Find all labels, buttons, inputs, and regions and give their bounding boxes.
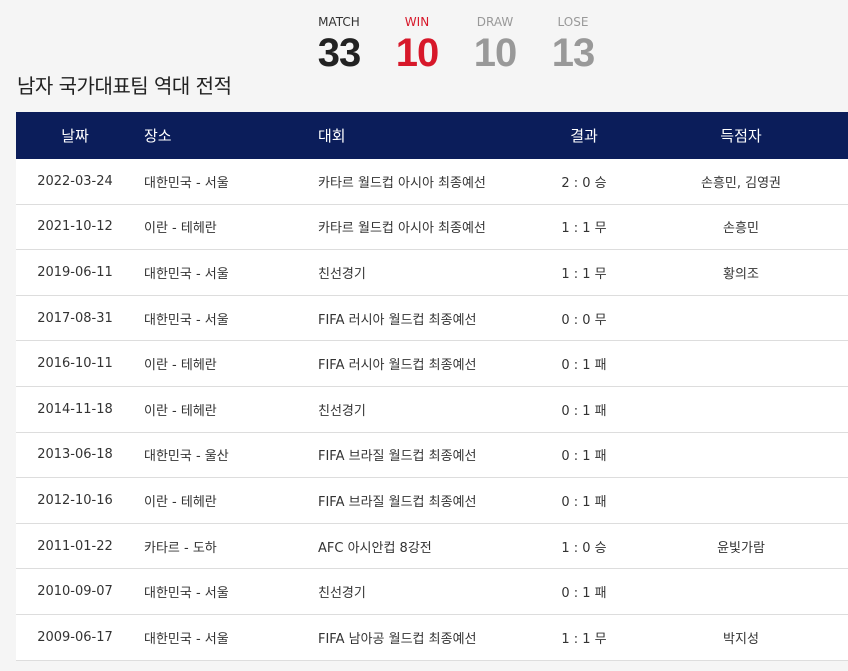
cell-date: 2012-10-16 <box>37 492 113 508</box>
stat-match-label: MATCH <box>318 15 360 29</box>
table-row: 2021-10-12 이란 - 테헤란 카타르 월드컵 아시아 최종예선 1 : 1 … <box>16 204 848 251</box>
cell-result: 0 : 0 무 <box>561 312 607 328</box>
cell-date: 2016-10-11 <box>37 356 113 372</box>
cell-competition: 카타르 월드컵 아시아 최종예선 <box>318 175 486 191</box>
header-scorers: 득점자 <box>720 127 762 145</box>
stat-draw-value: 10 <box>473 31 518 75</box>
cell-result: 1 : 1 무 <box>561 266 607 282</box>
match-history-table: 날짜 장소 대회 결과 득점자 2022-03-24 대한민국 - 서울 카타르 월… <box>16 112 848 661</box>
stat-win-value: 10 <box>395 31 440 75</box>
cell-scorers: 박지성 <box>723 631 759 647</box>
table-row: 2014-11-18 이란 - 테헤란 친선경기 0 : 1 패 <box>16 386 848 433</box>
cell-venue: 대한민국 - 서울 <box>144 586 229 602</box>
cell-result: 0 : 1 패 <box>561 586 607 602</box>
table-row: 2013-06-18 대한민국 - 울산 FIFA 브라질 월드컵 최종예선 0 : … <box>16 432 848 479</box>
stat-lose: LOSE 13 <box>534 14 612 76</box>
cell-scorers: 손흥민 <box>723 221 759 237</box>
cell-competition: FIFA 남아공 월드컵 최종예선 <box>318 631 477 647</box>
header-venue: 장소 <box>144 127 172 145</box>
header-result: 결과 <box>570 127 598 145</box>
cell-date: 2013-06-18 <box>37 447 113 463</box>
cell-date: 2014-11-18 <box>37 401 113 417</box>
cell-result: 1 : 1 무 <box>561 221 607 237</box>
cell-date: 2010-09-07 <box>37 584 113 600</box>
cell-venue: 대한민국 - 서울 <box>144 266 229 282</box>
cell-venue: 이란 - 테헤란 <box>144 221 217 237</box>
stat-lose-value: 13 <box>551 31 596 75</box>
stat-win: WIN 10 <box>378 14 456 76</box>
cell-result: 1 : 0 승 <box>561 540 607 556</box>
stat-match-value: 33 <box>317 31 362 75</box>
cell-date: 2022-03-24 <box>37 173 113 189</box>
cell-result: 0 : 1 패 <box>561 403 607 419</box>
cell-date: 2021-10-12 <box>37 219 113 235</box>
table-row: 2009-06-17 대한민국 - 서울 FIFA 남아공 월드컵 최종예선 1 : … <box>16 614 848 661</box>
header-date: 날짜 <box>61 127 89 145</box>
cell-venue: 대한민국 - 서울 <box>144 631 229 647</box>
cell-result: 0 : 1 패 <box>561 494 607 510</box>
header-competition: 대회 <box>318 127 346 145</box>
cell-competition: FIFA 브라질 월드컵 최종예선 <box>318 494 477 510</box>
cell-competition: 친선경기 <box>318 586 366 602</box>
cell-venue: 이란 - 테헤란 <box>144 494 217 510</box>
cell-venue: 카타르 - 도하 <box>144 540 217 556</box>
cell-competition: FIFA 러시아 월드컵 최종예선 <box>318 358 477 374</box>
page-title: 남자 국가대표팀 역대 전적 <box>17 74 232 98</box>
cell-result: 0 : 1 패 <box>561 358 607 374</box>
table-row: 2010-09-07 대한민국 - 서울 친선경기 0 : 1 패 <box>16 569 848 615</box>
cell-result: 2 : 0 승 <box>561 175 607 191</box>
stat-match: MATCH 33 <box>300 14 378 76</box>
table-row: 2022-03-24 대한민국 - 서울 카타르 월드컵 아시아 최종예선 2 : 0… <box>16 159 848 205</box>
cell-competition: 친선경기 <box>318 403 366 419</box>
cell-scorers: 황의조 <box>723 266 759 282</box>
table-row: 2019-06-11 대한민국 - 서울 친선경기 1 : 1 무 황의조 <box>16 250 848 296</box>
cell-result: 1 : 1 무 <box>561 631 607 647</box>
cell-competition: 친선경기 <box>318 266 366 282</box>
table-row: 2016-10-11 이란 - 테헤란 FIFA 러시아 월드컵 최종예선 0 : 1… <box>16 341 848 387</box>
cell-venue: 대한민국 - 울산 <box>144 449 229 465</box>
cell-scorers: 윤빛가람 <box>717 540 765 556</box>
cell-date: 2009-06-17 <box>37 629 113 645</box>
table-row: 2017-08-31 대한민국 - 서울 FIFA 러시아 월드컵 최종예선 0 : … <box>16 295 848 342</box>
stat-draw-label: DRAW <box>476 15 514 29</box>
cell-venue: 대한민국 - 서울 <box>144 175 229 191</box>
cell-venue: 이란 - 테헤란 <box>144 403 217 419</box>
stat-draw: DRAW 10 <box>456 14 534 76</box>
cell-competition: FIFA 브라질 월드컵 최종예선 <box>318 449 477 465</box>
stat-win-label: WIN <box>404 15 430 29</box>
cell-date: 2011-01-22 <box>37 538 113 554</box>
cell-competition: AFC 아시안컵 8강전 <box>318 540 432 556</box>
cell-venue: 이란 - 테헤란 <box>144 358 217 374</box>
table-body: 2022-03-24 대한민국 - 서울 카타르 월드컵 아시아 최종예선 2 : 0… <box>16 159 848 661</box>
table-header: 날짜 장소 대회 결과 득점자 <box>16 112 848 159</box>
record-summary: MATCH 33 WIN 10 DRAW 10 LOSE 13 <box>300 14 612 76</box>
cell-scorers: 손흥민, 김영권 <box>700 175 782 191</box>
cell-date: 2017-08-31 <box>37 310 113 326</box>
cell-date: 2019-06-11 <box>37 264 113 280</box>
cell-competition: FIFA 러시아 월드컵 최종예선 <box>318 312 477 328</box>
cell-result: 0 : 1 패 <box>561 449 607 465</box>
cell-competition: 카타르 월드컵 아시아 최종예선 <box>318 221 486 237</box>
cell-venue: 대한민국 - 서울 <box>144 312 229 328</box>
stat-lose-label: LOSE <box>557 15 589 29</box>
table-row: 2012-10-16 이란 - 테헤란 FIFA 브라질 월드컵 최종예선 0 : 1… <box>16 478 848 524</box>
table-row: 2011-01-22 카타르 - 도하 AFC 아시안컵 8강전 1 : 0 승 윤빛가… <box>16 523 848 570</box>
